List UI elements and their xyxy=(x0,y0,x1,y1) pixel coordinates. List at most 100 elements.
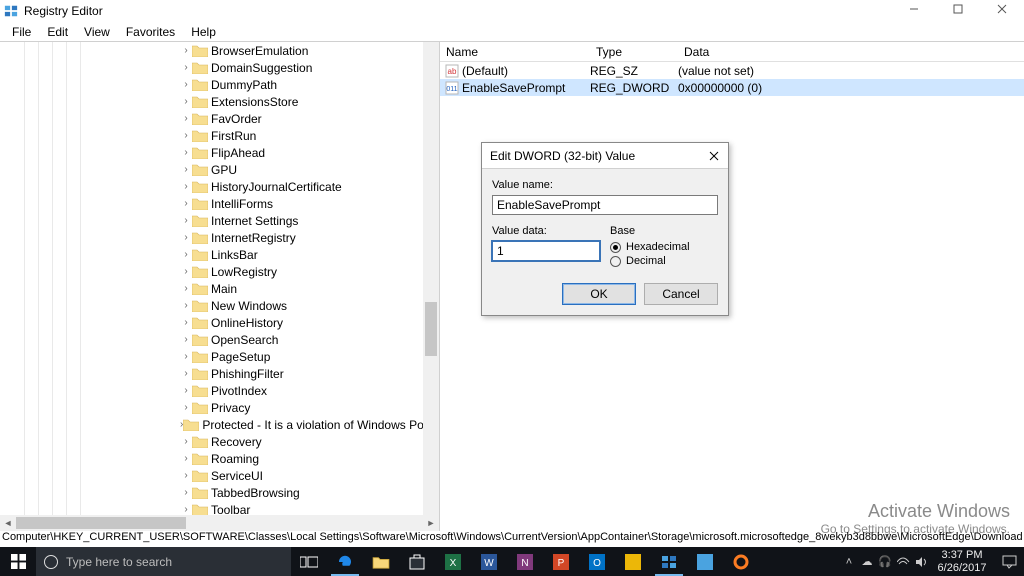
tree-item[interactable]: ›ServiceUI xyxy=(0,467,439,484)
menu-file[interactable]: File xyxy=(4,25,39,39)
expand-icon[interactable]: › xyxy=(180,96,192,107)
close-button[interactable] xyxy=(980,0,1024,20)
tray-network-icon[interactable] xyxy=(894,556,912,567)
tree-item[interactable]: ›InternetRegistry xyxy=(0,229,439,246)
expand-icon[interactable]: › xyxy=(180,113,192,124)
ok-button[interactable]: OK xyxy=(562,283,636,305)
tree-item[interactable]: ›PageSetup xyxy=(0,348,439,365)
expand-icon[interactable]: › xyxy=(180,504,192,515)
expand-icon[interactable]: › xyxy=(180,164,192,175)
value-name-input[interactable] xyxy=(492,195,718,215)
list-row[interactable]: ab(Default)REG_SZ(value not set) xyxy=(440,62,1024,79)
col-type[interactable]: Type xyxy=(590,45,678,59)
tree-item[interactable]: ›PivotIndex xyxy=(0,382,439,399)
taskbar-onenote[interactable]: N xyxy=(507,547,543,576)
tree-item[interactable]: ›IntelliForms xyxy=(0,195,439,212)
tree-item[interactable]: ›TabbedBrowsing xyxy=(0,484,439,501)
expand-icon[interactable]: › xyxy=(180,402,192,413)
taskbar-excel[interactable]: X xyxy=(435,547,471,576)
expand-icon[interactable]: › xyxy=(180,45,192,56)
tree-item[interactable]: ›LowRegistry xyxy=(0,263,439,280)
tray-volume-icon[interactable] xyxy=(912,556,930,568)
col-data[interactable]: Data xyxy=(678,45,1024,59)
expand-icon[interactable]: › xyxy=(180,487,192,498)
expand-icon[interactable]: › xyxy=(180,385,192,396)
tray-onedrive-icon[interactable]: ☁ xyxy=(858,555,876,568)
tree-item[interactable]: ›ExtensionsStore xyxy=(0,93,439,110)
expand-icon[interactable]: › xyxy=(180,283,192,294)
tree-item[interactable]: ›HistoryJournalCertificate xyxy=(0,178,439,195)
tree-item[interactable]: ›OnlineHistory xyxy=(0,314,439,331)
tree-item[interactable]: ›FlipAhead xyxy=(0,144,439,161)
tree-vertical-scrollbar[interactable] xyxy=(423,42,439,515)
tree-item[interactable]: ›FirstRun xyxy=(0,127,439,144)
tray-chevron-up-icon[interactable]: ˄ xyxy=(840,556,858,568)
tree-item[interactable]: ›FavOrder xyxy=(0,110,439,127)
taskbar-app-yellow[interactable] xyxy=(615,547,651,576)
taskbar-store[interactable] xyxy=(399,547,435,576)
menu-view[interactable]: View xyxy=(76,25,118,39)
expand-icon[interactable]: › xyxy=(180,317,192,328)
expand-icon[interactable]: › xyxy=(180,215,192,226)
expand-icon[interactable]: › xyxy=(180,232,192,243)
expand-icon[interactable]: › xyxy=(180,249,192,260)
tree-item[interactable]: ›LinksBar xyxy=(0,246,439,263)
tree-item[interactable]: ›OpenSearch xyxy=(0,331,439,348)
tree-item[interactable]: ›New Windows xyxy=(0,297,439,314)
tree-horizontal-scrollbar[interactable]: ◄ ► xyxy=(0,515,439,531)
expand-icon[interactable]: › xyxy=(180,62,192,73)
taskbar-search[interactable]: Type here to search xyxy=(36,547,291,576)
action-center-button[interactable] xyxy=(994,555,1024,569)
tree-item[interactable]: ›Main xyxy=(0,280,439,297)
task-view-button[interactable] xyxy=(291,547,327,576)
expand-icon[interactable]: › xyxy=(180,368,192,379)
tree-item[interactable]: ›PhishingFilter xyxy=(0,365,439,382)
expand-icon[interactable]: › xyxy=(180,79,192,90)
expand-icon[interactable]: › xyxy=(180,470,192,481)
tree-item[interactable]: ›GPU xyxy=(0,161,439,178)
taskbar-word[interactable]: W xyxy=(471,547,507,576)
cancel-button[interactable]: Cancel xyxy=(644,283,718,305)
tree-item[interactable]: ›Protected - It is a violation of Window… xyxy=(0,416,439,433)
tree-item[interactable]: ›Roaming xyxy=(0,450,439,467)
scroll-right-icon[interactable]: ► xyxy=(423,515,439,531)
taskbar-outlook[interactable]: O xyxy=(579,547,615,576)
taskbar-app-blue[interactable] xyxy=(687,547,723,576)
taskbar-powerpoint[interactable]: P xyxy=(543,547,579,576)
menu-edit[interactable]: Edit xyxy=(39,25,76,39)
tree-item[interactable]: ›Toolbar xyxy=(0,501,439,515)
radio-decimal[interactable]: Decimal xyxy=(610,255,718,267)
expand-icon[interactable]: › xyxy=(180,453,192,464)
radio-hexadecimal[interactable]: Hexadecimal xyxy=(610,241,718,253)
scroll-left-icon[interactable]: ◄ xyxy=(0,515,16,531)
expand-icon[interactable]: › xyxy=(180,198,192,209)
minimize-button[interactable] xyxy=(892,0,936,20)
tree-item[interactable]: ›DomainSuggestion xyxy=(0,59,439,76)
start-button[interactable] xyxy=(0,547,36,576)
expand-icon[interactable]: › xyxy=(180,334,192,345)
tray-clock[interactable]: 3:37 PM 6/26/2017 xyxy=(930,549,994,575)
menu-help[interactable]: Help xyxy=(183,25,224,39)
dialog-close-button[interactable] xyxy=(704,147,724,165)
taskbar-edge[interactable] xyxy=(327,547,363,576)
expand-icon[interactable]: › xyxy=(180,266,192,277)
col-name[interactable]: Name xyxy=(440,45,590,59)
tree-item[interactable]: ›BrowserEmulation xyxy=(0,42,439,59)
tree-item[interactable]: ›Recovery xyxy=(0,433,439,450)
value-data-input[interactable] xyxy=(492,241,600,261)
expand-icon[interactable]: › xyxy=(180,147,192,158)
tree-item[interactable]: ›Privacy xyxy=(0,399,439,416)
taskbar-regedit[interactable] xyxy=(651,547,687,576)
tree-item[interactable]: ›Internet Settings xyxy=(0,212,439,229)
taskbar-settings[interactable] xyxy=(723,547,759,576)
expand-icon[interactable]: › xyxy=(180,130,192,141)
expand-icon[interactable]: › xyxy=(180,300,192,311)
expand-icon[interactable]: › xyxy=(180,181,192,192)
expand-icon[interactable]: › xyxy=(180,436,192,447)
menu-favorites[interactable]: Favorites xyxy=(118,25,183,39)
expand-icon[interactable]: › xyxy=(180,351,192,362)
tray-headphones-icon[interactable]: 🎧 xyxy=(876,555,894,568)
tree-item[interactable]: ›DummyPath xyxy=(0,76,439,93)
taskbar-file-explorer[interactable] xyxy=(363,547,399,576)
maximize-button[interactable] xyxy=(936,0,980,20)
